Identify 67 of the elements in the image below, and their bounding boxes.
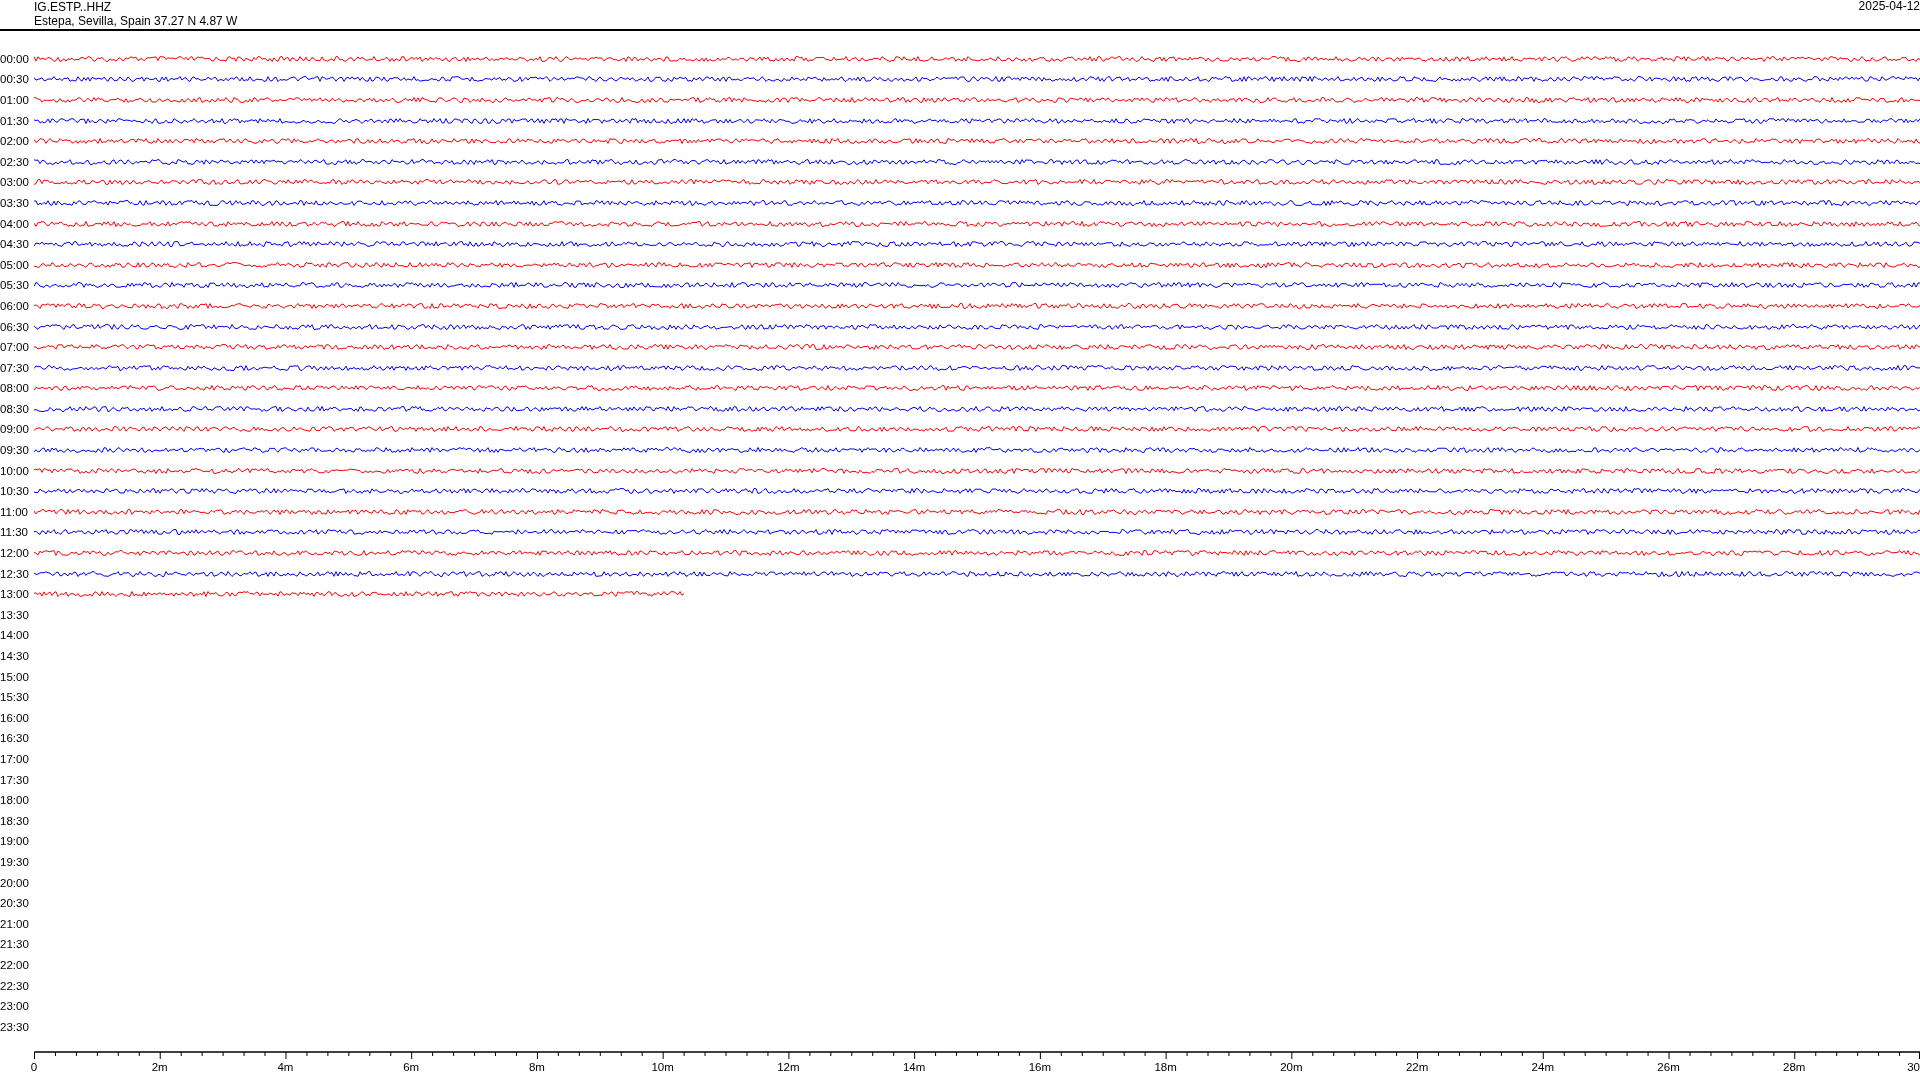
time-label: 05:30 <box>0 279 30 292</box>
time-label: 07:30 <box>0 361 30 374</box>
time-label: 12:00 <box>0 547 30 560</box>
time-label: 01:00 <box>0 94 30 106</box>
time-label: 00:00 <box>0 52 30 65</box>
time-label: 07:00 <box>0 341 30 354</box>
time-label: 09:30 <box>0 444 30 457</box>
axis-tick-label: 28m <box>1783 1061 1806 1073</box>
time-label: 21:00 <box>0 917 30 930</box>
time-label: 02:30 <box>0 155 30 168</box>
time-label: 12:30 <box>0 567 30 580</box>
time-label: 11:00 <box>0 505 29 518</box>
time-label: 21:30 <box>0 938 30 951</box>
time-label: 06:00 <box>0 299 30 312</box>
axis-tick-label: 22m <box>1405 1061 1429 1073</box>
time-label: 16:00 <box>0 711 30 724</box>
station-location: Estepa, Sevilla, Spain 37.27 N 4.87 W <box>34 14 238 28</box>
time-label: 04:30 <box>0 238 30 251</box>
time-label: 15:00 <box>0 670 30 683</box>
time-label: 16:30 <box>0 732 30 745</box>
axis-tick-label: 16m <box>1028 1061 1052 1073</box>
axis-tick-label: 26m <box>1657 1061 1680 1073</box>
time-label: 06:30 <box>0 320 30 333</box>
time-label: 17:00 <box>0 753 30 765</box>
time-label: 18:00 <box>0 794 30 807</box>
time-label: 23:30 <box>0 1020 30 1033</box>
axis-tick-label: 8m <box>528 1061 545 1073</box>
time-label: 09:00 <box>0 423 30 436</box>
time-label: 01:30 <box>0 114 30 127</box>
time-label: 19:30 <box>0 855 30 868</box>
time-label: 05:00 <box>0 258 30 271</box>
axis-tick-label: 4m <box>277 1061 294 1073</box>
axis-tick-label: 10m <box>651 1061 674 1073</box>
time-label: 10:00 <box>0 464 30 477</box>
plot-date: 2025-04-12 <box>1858 0 1920 15</box>
axis-tick-label: 0 <box>30 1061 38 1073</box>
time-label: 15:30 <box>0 691 30 704</box>
time-label: 08:30 <box>0 402 30 415</box>
time-label: 18:30 <box>0 814 30 827</box>
axis-tick-label: 12m <box>777 1061 800 1073</box>
time-label: 03:00 <box>0 176 30 189</box>
time-label: 13:00 <box>0 588 30 601</box>
axis-tick-label: 14m <box>902 1061 926 1073</box>
time-label: 14:00 <box>0 629 30 642</box>
axis-tick-label: 20m <box>1280 1061 1303 1073</box>
time-label: 20:30 <box>0 897 30 910</box>
time-label: 17:30 <box>0 773 30 786</box>
axis-tick-label: 24m <box>1531 1061 1554 1073</box>
time-label: 08:00 <box>0 382 30 395</box>
time-label: 23:00 <box>0 1000 30 1013</box>
time-label: 03:30 <box>0 196 30 209</box>
time-label: 02:00 <box>0 135 30 148</box>
time-label: 22:00 <box>0 958 30 971</box>
time-label: 22:30 <box>0 979 30 992</box>
time-label: 19:00 <box>0 835 30 848</box>
axis-tick-label: 18m <box>1154 1061 1177 1073</box>
time-label: 14:30 <box>0 650 30 662</box>
time-label: 11:30 <box>0 526 29 539</box>
station-code: IG.ESTP..HHZ <box>34 0 113 14</box>
axis-tick-label: 30 <box>1907 1061 1920 1073</box>
axis-tick-label: 6m <box>403 1061 420 1073</box>
time-label: 04:00 <box>0 217 30 230</box>
time-label: 20:00 <box>0 876 30 889</box>
time-label: 10:30 <box>0 485 30 498</box>
axis-tick-label: 2m <box>151 1061 168 1073</box>
time-label: 13:30 <box>0 608 30 621</box>
time-label: 00:30 <box>0 73 30 86</box>
